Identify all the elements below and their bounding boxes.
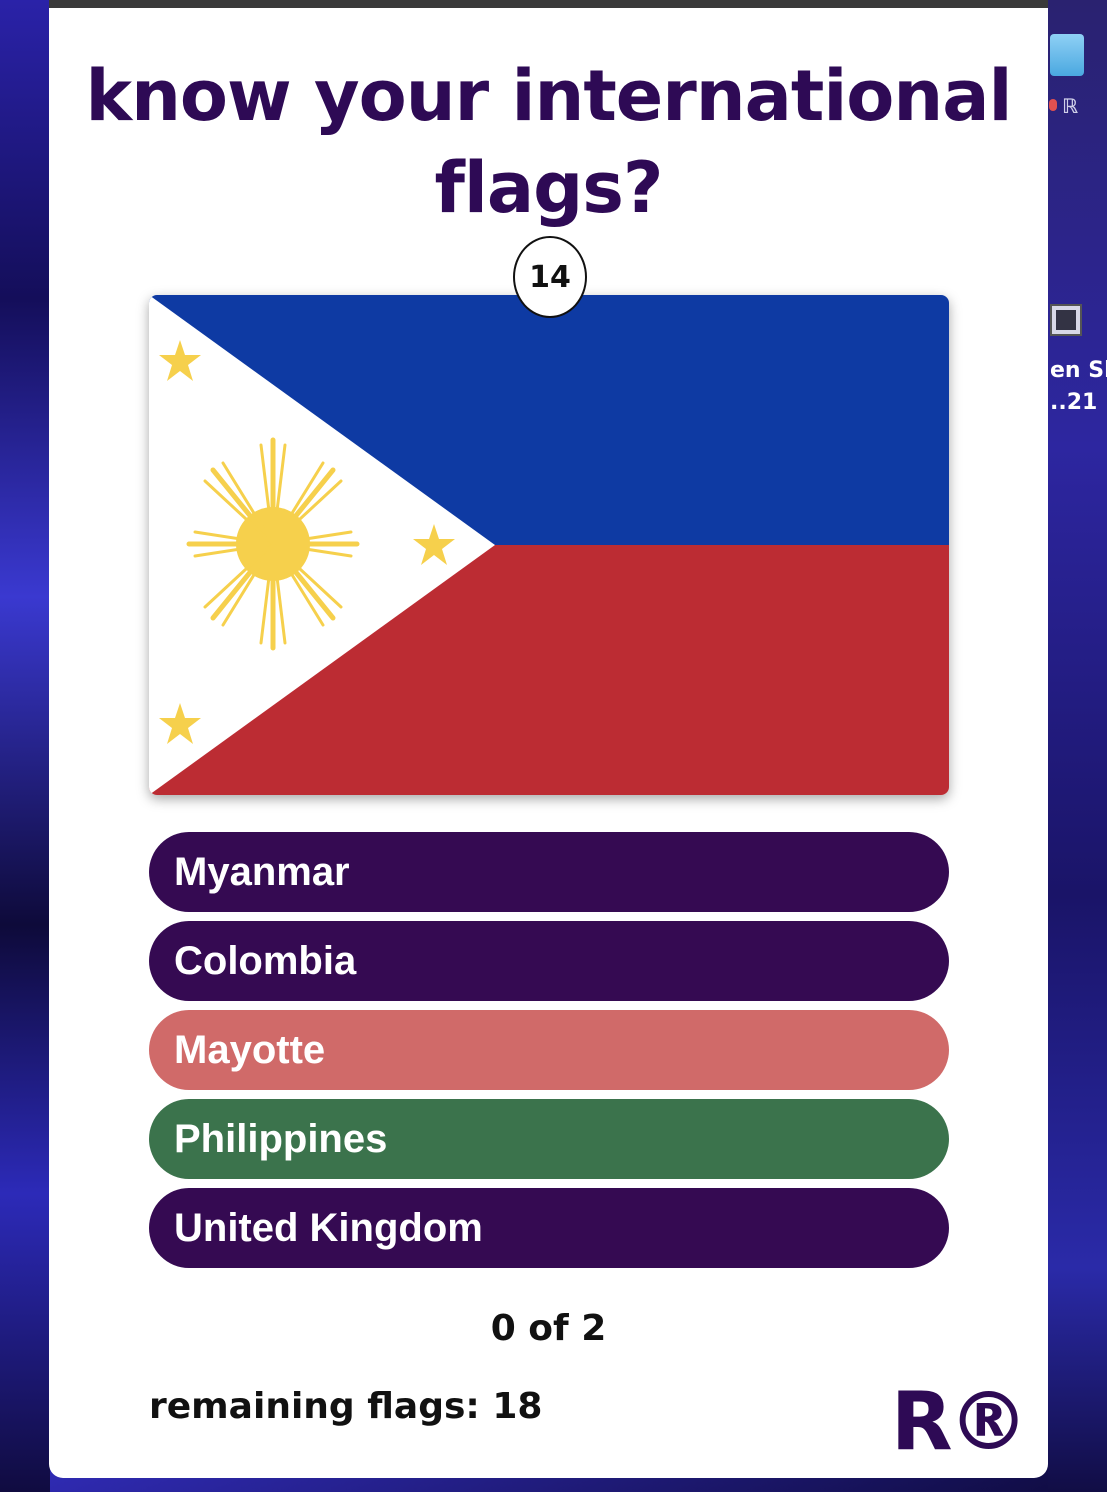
option-button-mayotte[interactable]: Mayotte: [149, 1010, 949, 1090]
option-button-myanmar[interactable]: Myanmar: [149, 832, 949, 912]
option-button-philippines[interactable]: Philippines: [149, 1099, 949, 1179]
desktop-background-left: [0, 0, 50, 1492]
score-text: 0 of 2: [490, 1308, 607, 1349]
option-button-colombia[interactable]: Colombia: [149, 921, 949, 1001]
brand-logo: R®: [891, 1375, 1029, 1468]
flag-image-card: [149, 295, 949, 795]
window-top-bar: [49, 0, 1048, 8]
philippines-flag-icon: [149, 295, 949, 795]
option-button-united-kingdom[interactable]: United Kingdom: [149, 1188, 949, 1268]
desktop-file-label-line2: ..21 P: [1050, 390, 1107, 415]
question-number-badge: 14: [513, 236, 587, 318]
desktop-folder-icon[interactable]: [1050, 34, 1084, 76]
desktop-status-dot: [1049, 99, 1057, 111]
desktop-background-right: [1048, 0, 1107, 1492]
answer-options: Myanmar Colombia Mayotte Philippines Uni…: [149, 832, 949, 1277]
desktop-app-icon[interactable]: ℝ: [1062, 94, 1078, 118]
desktop-file-label-line1: en Sh: [1050, 358, 1107, 383]
page-title: know your international flags?: [85, 55, 1013, 229]
remaining-flags-text: remaining flags: 18: [149, 1386, 543, 1427]
desktop-screenshot-icon[interactable]: [1050, 304, 1082, 336]
flag-sun-icon: [186, 437, 360, 651]
quiz-window: know your international flags? 14 Myanma…: [49, 0, 1048, 1478]
